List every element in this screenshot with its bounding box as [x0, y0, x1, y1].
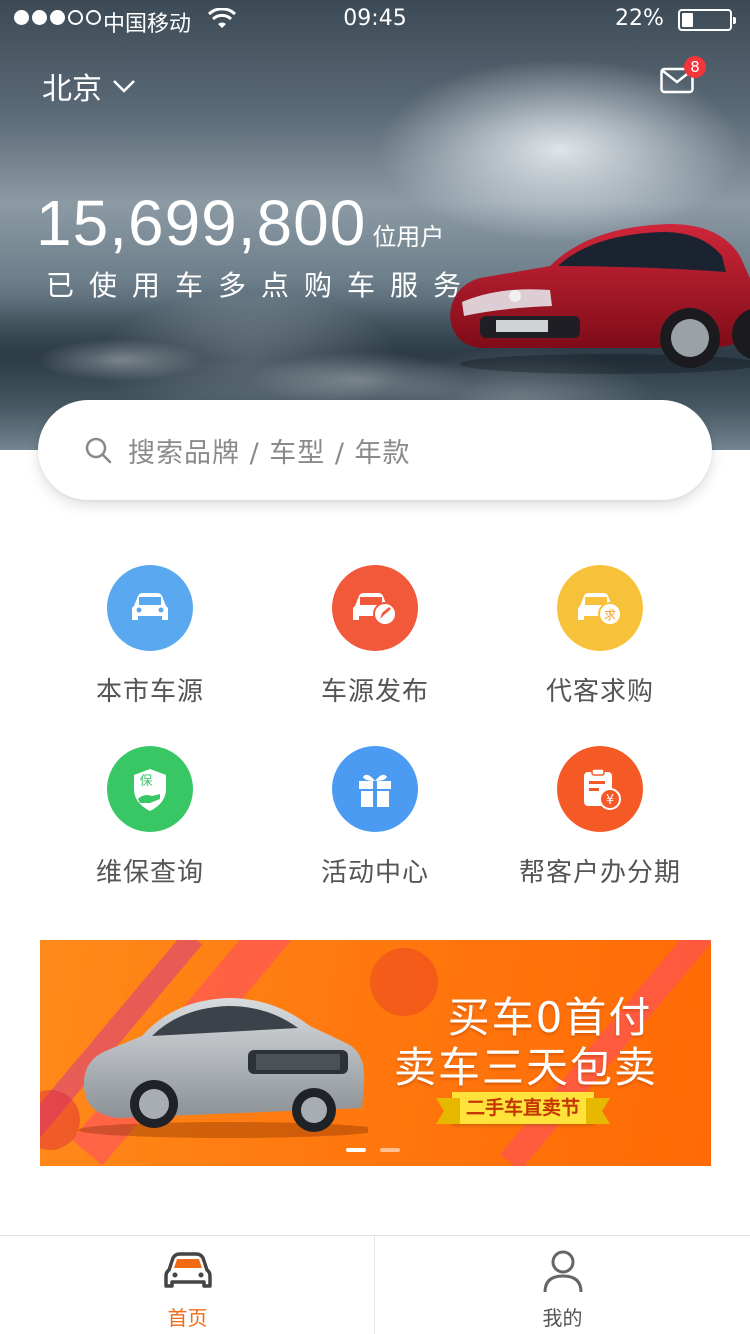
feature-label: 活动中心 — [320, 858, 429, 888]
feature-local-cars[interactable]: 本市车源 — [25, 565, 275, 708]
promo-banner[interactable]: 买车0首付 卖车三天包卖 二手车直卖节 — [40, 940, 711, 1166]
search-icon — [85, 437, 112, 464]
bill-yen-icon: ¥ — [557, 746, 643, 832]
search-input[interactable]: 搜索品牌 / 车型 / 年款 — [38, 400, 712, 500]
banner-ribbon: 二手车直卖节 — [436, 1092, 610, 1124]
chevron-down-icon — [113, 80, 135, 93]
car-icon — [107, 565, 193, 651]
carousel-indicator — [346, 1148, 400, 1152]
city-selector[interactable]: 北京 — [42, 64, 136, 108]
svg-text:保: 保 — [139, 774, 152, 789]
feature-purchase-request[interactable]: 求 代客求购 — [475, 565, 725, 708]
feature-maintenance-query[interactable]: 保 维保查询 — [25, 746, 275, 889]
person-icon — [543, 1250, 582, 1293]
tab-profile[interactable]: 我的 — [375, 1236, 750, 1334]
hero-slogan: 已使用车多点购车服务 — [46, 269, 477, 302]
tab-label: 首页 — [167, 1306, 208, 1330]
messages-button[interactable]: 8 — [660, 56, 706, 94]
feature-label: 维保查询 — [95, 858, 204, 888]
user-count-unit: 位用户 — [372, 223, 445, 251]
feature-installment[interactable]: ¥ 帮客户办分期 — [475, 746, 725, 889]
battery-percentage: 22% — [615, 6, 664, 31]
svg-text:¥: ¥ — [606, 793, 614, 808]
feature-label: 车源发布 — [320, 677, 429, 707]
gift-icon — [332, 746, 418, 832]
svg-text:求: 求 — [604, 608, 616, 622]
feature-label: 代客求购 — [545, 677, 654, 707]
feature-activity-center[interactable]: 活动中心 — [250, 746, 500, 889]
car-request-icon: 求 — [557, 565, 643, 651]
city-name: 北京 — [42, 72, 102, 107]
shield-hand-icon: 保 — [107, 746, 193, 832]
carousel-dot[interactable] — [380, 1148, 400, 1152]
grey-car-image — [78, 998, 368, 1138]
unread-badge: 8 — [684, 56, 706, 78]
feature-publish-car[interactable]: 车源发布 — [250, 565, 500, 708]
banner-headline-2: 卖车三天包卖 — [393, 1043, 658, 1092]
tab-home[interactable]: 首页 — [0, 1236, 375, 1334]
feature-label: 本市车源 — [95, 677, 204, 707]
feature-label: 帮客户办分期 — [518, 858, 681, 888]
search-placeholder: 搜索品牌 / 车型 / 年款 — [128, 437, 411, 469]
status-bar: 中国移动 09:45 22% — [0, 0, 750, 40]
carousel-dot[interactable] — [346, 1148, 366, 1152]
red-car-image — [450, 224, 750, 374]
user-count: 15,699,800 位用户 — [36, 186, 444, 260]
battery-icon — [678, 9, 736, 31]
car-front-icon — [163, 1252, 212, 1288]
tab-label: 我的 — [542, 1306, 583, 1330]
car-edit-icon — [332, 565, 418, 651]
hero-banner: 中国移动 09:45 22% 北京 8 15,699,800 位用户 已使用车多… — [0, 0, 750, 450]
bottom-tab-bar: 首页 我的 — [0, 1235, 750, 1334]
user-count-number: 15,699,800 — [36, 187, 367, 259]
